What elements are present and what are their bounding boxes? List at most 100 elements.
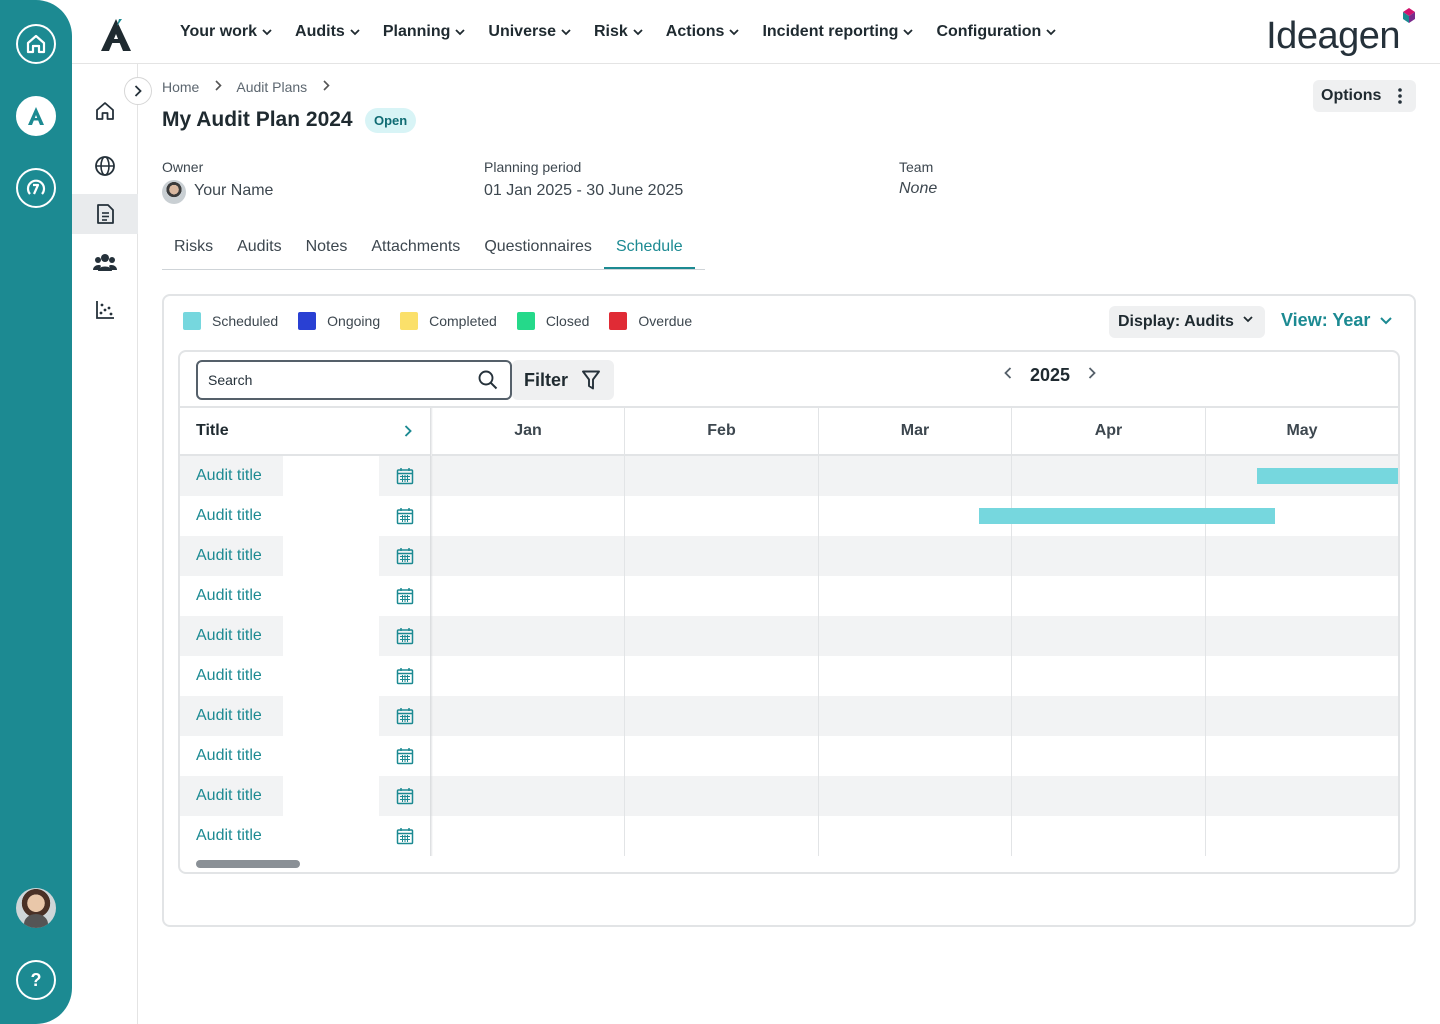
- owner-avatar: [162, 180, 186, 204]
- audit-app-icon[interactable]: [16, 96, 56, 136]
- calendar-icon[interactable]: [396, 667, 414, 685]
- month-header-jan: Jan: [432, 408, 624, 456]
- top-navigation-bar: Your work Audits Planning Universe Risk …: [72, 0, 1440, 64]
- audit-title-link[interactable]: Audit title: [180, 616, 262, 656]
- month-header-mar: Mar: [819, 408, 1011, 456]
- search-input[interactable]: [208, 372, 458, 388]
- chevron-down-icon: [903, 28, 914, 35]
- options-button[interactable]: Options: [1313, 80, 1416, 112]
- gantt-bar-scheduled[interactable]: [979, 508, 1275, 524]
- legend-swatch: [183, 312, 201, 330]
- chevron-right-icon: [134, 85, 142, 97]
- audit-title-link[interactable]: Audit title: [180, 696, 262, 736]
- filter-button[interactable]: Filter: [512, 360, 614, 400]
- nav-universe[interactable]: Universe: [488, 23, 571, 41]
- title-cell-gap: [283, 536, 379, 576]
- planning-period-label: Planning period: [484, 159, 582, 175]
- nav-audits[interactable]: Audits: [295, 23, 360, 41]
- breadcrumb-audit-plans[interactable]: Audit Plans: [236, 79, 307, 95]
- gantt-bar-scheduled[interactable]: [1257, 468, 1398, 484]
- calendar-icon[interactable]: [396, 747, 414, 765]
- horizontal-scrollbar[interactable]: [196, 860, 300, 868]
- audit-title-link[interactable]: Audit title: [180, 736, 262, 776]
- audit-title-link[interactable]: Audit title: [180, 456, 262, 496]
- chevron-down-icon: [1380, 316, 1393, 324]
- chevron-right-icon[interactable]: [404, 425, 412, 437]
- calendar-icon[interactable]: [396, 827, 414, 845]
- nav-risk[interactable]: Risk: [594, 23, 643, 41]
- user-avatar[interactable]: [16, 888, 56, 928]
- home-app-icon[interactable]: [16, 24, 56, 64]
- tab-questionnaires[interactable]: Questionnaires: [472, 228, 604, 269]
- audit-title-link[interactable]: Audit title: [180, 496, 262, 536]
- nav-your-work[interactable]: Your work: [180, 23, 272, 41]
- nav-incident-reporting[interactable]: Incident reporting: [762, 23, 914, 41]
- legend-ongoing: Ongoing: [298, 312, 380, 330]
- sidebar-document-icon[interactable]: [72, 194, 138, 234]
- view-dropdown[interactable]: View: Year: [1281, 310, 1393, 331]
- chevron-down-icon: [350, 28, 360, 35]
- status-legend: Scheduled Ongoing Completed Closed Overd…: [183, 312, 712, 330]
- options-label: Options: [1321, 87, 1382, 104]
- calendar-icon[interactable]: [396, 507, 414, 525]
- breadcrumb-home[interactable]: Home: [162, 79, 199, 95]
- chevron-left-icon: [1004, 367, 1012, 379]
- search-icon[interactable]: [478, 370, 498, 390]
- audit-title-link[interactable]: Audit title: [180, 576, 262, 616]
- month-header-feb: Feb: [625, 408, 818, 456]
- audit-title-link[interactable]: Audit title: [180, 816, 262, 856]
- expand-sidebar-button[interactable]: [124, 77, 152, 105]
- tab-attachments[interactable]: Attachments: [359, 228, 472, 269]
- main-nav: Your work Audits Planning Universe Risk …: [180, 0, 1079, 64]
- month-header-apr: Apr: [1012, 408, 1205, 456]
- calendar-icon[interactable]: [396, 467, 414, 485]
- legend-overdue: Overdue: [609, 312, 692, 330]
- table-row: [180, 736, 1398, 776]
- title-cell-gap: [283, 456, 379, 496]
- calendar-icon[interactable]: [396, 587, 414, 605]
- nav-configuration[interactable]: Configuration: [936, 23, 1056, 41]
- tab-risks[interactable]: Risks: [162, 228, 225, 269]
- table-row: [180, 816, 1398, 856]
- tab-audits[interactable]: Audits: [225, 228, 293, 269]
- filter-label: Filter: [524, 369, 569, 390]
- legend-swatch: [298, 312, 317, 330]
- chevron-right-icon: [215, 78, 222, 96]
- status-badge: Open: [365, 108, 417, 133]
- title-cell-gap: [283, 616, 379, 656]
- legend-closed: Closed: [516, 312, 589, 330]
- title-column-label: Title: [196, 422, 229, 439]
- nav-planning[interactable]: Planning: [383, 23, 466, 41]
- risk-app-icon[interactable]: [16, 168, 56, 208]
- nav-actions[interactable]: Actions: [666, 23, 740, 41]
- chevron-right-icon: [1088, 367, 1096, 379]
- owner-value: Your Name: [194, 182, 274, 199]
- secondary-sidebar: [72, 64, 138, 1024]
- title-column-header[interactable]: Title: [180, 408, 430, 456]
- chevron-down-icon: [262, 28, 272, 35]
- calendar-icon[interactable]: [396, 547, 414, 565]
- search-field[interactable]: [196, 360, 512, 400]
- audit-title-link[interactable]: Audit title: [180, 656, 262, 696]
- brand-name: Ideagen: [1266, 15, 1400, 57]
- calendar-icon[interactable]: [396, 627, 414, 645]
- calendar-icon[interactable]: [396, 707, 414, 725]
- audit-title-link[interactable]: Audit title: [180, 536, 262, 576]
- chevron-down-icon: [455, 28, 466, 35]
- display-dropdown[interactable]: Display: Audits: [1109, 306, 1265, 338]
- sidebar-people-icon[interactable]: [72, 242, 138, 282]
- product-logo-icon[interactable]: [98, 18, 134, 57]
- tab-schedule[interactable]: Schedule: [603, 228, 695, 269]
- sidebar-scatter-chart-icon[interactable]: [72, 290, 138, 330]
- chevron-down-icon: [633, 28, 643, 35]
- chevron-down-icon: [561, 28, 571, 35]
- previous-year-button[interactable]: [1000, 362, 1016, 388]
- next-year-button[interactable]: [1084, 362, 1100, 388]
- calendar-icon[interactable]: [396, 787, 414, 805]
- help-button[interactable]: ?: [16, 960, 56, 1000]
- sidebar-globe-icon[interactable]: [72, 146, 138, 186]
- audit-title-link[interactable]: Audit title: [180, 776, 262, 816]
- legend-swatch: [516, 312, 535, 330]
- owner-label: Owner: [162, 159, 204, 175]
- tab-notes[interactable]: Notes: [294, 228, 360, 269]
